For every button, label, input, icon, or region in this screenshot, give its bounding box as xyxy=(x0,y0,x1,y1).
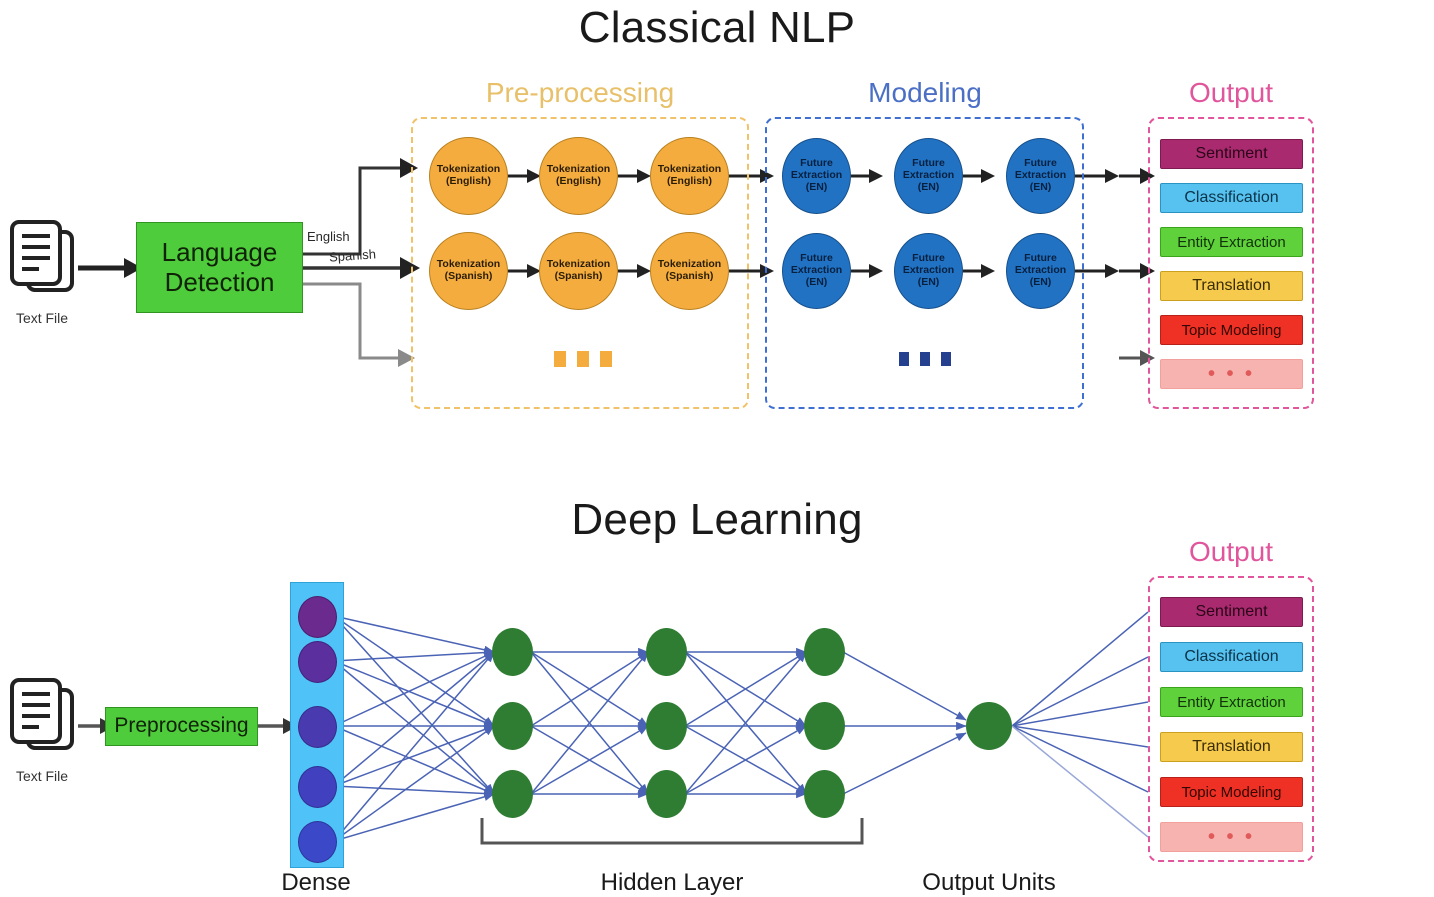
group-title-modeling: Modeling xyxy=(868,77,982,108)
output-chip-topic-modeling[interactable]: Topic Modeling xyxy=(1160,777,1303,807)
hidden1-node-1[interactable] xyxy=(492,628,533,676)
output-chip-entity-extraction[interactable]: Entity Extraction xyxy=(1160,227,1303,257)
hidden1-node-3[interactable] xyxy=(492,770,533,818)
node-line2: (English) xyxy=(556,175,601,187)
node-line3: (EN) xyxy=(1029,180,1052,193)
dense-node-2[interactable] xyxy=(298,641,337,683)
textfile-label-classical: Text File xyxy=(15,310,69,326)
textfile-input-deep: Text File xyxy=(6,676,86,784)
dense-node-5[interactable] xyxy=(298,821,337,863)
hidden2-node-1[interactable] xyxy=(646,628,687,676)
node-line2: (Spanish) xyxy=(665,270,714,282)
node-line2: (English) xyxy=(446,175,491,187)
output-chips-deep: Sentiment Classification Entity Extracti… xyxy=(1160,597,1303,852)
output-chip-entity-extraction[interactable]: Entity Extraction xyxy=(1160,687,1303,717)
arrow-textfile-to-langdetect xyxy=(78,258,142,278)
output-chip-sentiment[interactable]: Sentiment xyxy=(1160,597,1303,627)
output-chip-topic-modeling[interactable]: Topic Modeling xyxy=(1160,315,1303,345)
hidden1-node-2[interactable] xyxy=(492,702,533,750)
node-feature-extraction-en-1[interactable]: Future Extraction (EN) xyxy=(782,138,851,214)
edges-outputunit-to-output xyxy=(1011,611,1149,838)
dense-node-1[interactable] xyxy=(298,596,337,638)
hidden2-node-2[interactable] xyxy=(646,702,687,750)
edges-hidden3-to-outputunit xyxy=(842,651,967,795)
node-line3: (EN) xyxy=(1029,275,1052,288)
output-chip-more[interactable]: • • • xyxy=(1160,822,1303,852)
hidden-layer-label: Hidden Layer xyxy=(600,869,744,896)
node-line3: (EN) xyxy=(805,180,828,193)
node-tokenization-es-3[interactable]: Tokenization (Spanish) xyxy=(650,232,729,310)
group-title-output-deep: Output xyxy=(1188,536,1274,567)
node-line3: (EN) xyxy=(917,180,940,193)
edges-hidden2-to-hidden3 xyxy=(684,647,807,799)
textfile-label-deep: Text File xyxy=(15,768,69,784)
hidden3-node-3[interactable] xyxy=(804,770,845,818)
hidden3-node-2[interactable] xyxy=(804,702,845,750)
hidden3-node-1[interactable] xyxy=(804,628,845,676)
node-line2: (English) xyxy=(667,175,712,187)
output-chip-translation[interactable]: Translation xyxy=(1160,271,1303,301)
language-detection-box[interactable]: Language Detection xyxy=(136,222,303,313)
ellipsis-dot xyxy=(600,351,612,367)
ellipsis-dot xyxy=(899,352,909,366)
ellipsis-dot xyxy=(920,352,930,366)
hidden-layer-bracket xyxy=(480,818,864,845)
edges-hidden1-to-hidden2 xyxy=(530,647,649,799)
node-tokenization-es-1[interactable]: Tokenization (Spanish) xyxy=(429,232,508,310)
output-chip-more[interactable]: • • • xyxy=(1160,359,1303,389)
textfile-input-classical: Text File xyxy=(6,218,86,326)
node-feature-extraction-en-2[interactable]: Future Extraction (EN) xyxy=(894,138,963,214)
language-detection-line2: Detection xyxy=(164,266,275,297)
dense-layer-label: Dense xyxy=(281,869,351,896)
document-icon xyxy=(10,678,74,750)
edges-dense-to-hidden1 xyxy=(333,615,495,842)
output-chip-sentiment[interactable]: Sentiment xyxy=(1160,139,1303,169)
node-line2: (Spanish) xyxy=(554,270,603,282)
edge-label-english: English xyxy=(307,229,350,244)
dense-node-4[interactable] xyxy=(298,766,337,808)
ellipsis-dot xyxy=(554,351,566,367)
preprocessing-box-deep[interactable]: Preprocessing xyxy=(105,707,258,746)
branch-other xyxy=(303,282,415,367)
diagram-canvas: Classical NLP Text File Language Detecti… xyxy=(0,0,1434,896)
node-tokenization-en-1[interactable]: Tokenization (English) xyxy=(429,137,508,215)
output-chips-classical: Sentiment Classification Entity Extracti… xyxy=(1160,139,1303,389)
dense-node-3[interactable] xyxy=(298,706,337,748)
node-line3: (EN) xyxy=(805,275,828,288)
modeling-ellipsis xyxy=(899,352,951,366)
group-title-output-classical: Output xyxy=(1188,77,1274,108)
node-tokenization-en-2[interactable]: Tokenization (English) xyxy=(539,137,618,215)
preprocessing-ellipsis xyxy=(554,351,612,367)
node-feature-extraction-es-2[interactable]: Future Extraction (EN) xyxy=(894,233,963,309)
output-chip-translation[interactable]: Translation xyxy=(1160,732,1303,762)
language-detection-line1: Language xyxy=(161,236,278,267)
ellipsis-dot xyxy=(941,352,951,366)
node-feature-extraction-es-1[interactable]: Future Extraction (EN) xyxy=(782,233,851,309)
node-tokenization-en-3[interactable]: Tokenization (English) xyxy=(650,137,729,215)
node-line2: (Spanish) xyxy=(444,270,493,282)
node-line3: (EN) xyxy=(917,275,940,288)
ellipsis-dot xyxy=(577,351,589,367)
node-tokenization-es-2[interactable]: Tokenization (Spanish) xyxy=(539,232,618,310)
output-chip-classification[interactable]: Classification xyxy=(1160,183,1303,213)
classical-nlp-title: Classical NLP xyxy=(578,3,856,52)
node-feature-extraction-en-3[interactable]: Future Extraction (EN) xyxy=(1006,138,1075,214)
document-icon xyxy=(10,220,74,292)
hidden2-node-3[interactable] xyxy=(646,770,687,818)
output-unit-node[interactable] xyxy=(966,702,1012,750)
node-feature-extraction-es-3[interactable]: Future Extraction (EN) xyxy=(1006,233,1075,309)
group-title-preprocessing: Pre-processing xyxy=(485,77,675,108)
edge-label-spanish: Spanish xyxy=(328,246,377,265)
output-units-label: Output Units xyxy=(922,869,1056,896)
output-chip-classification[interactable]: Classification xyxy=(1160,642,1303,672)
